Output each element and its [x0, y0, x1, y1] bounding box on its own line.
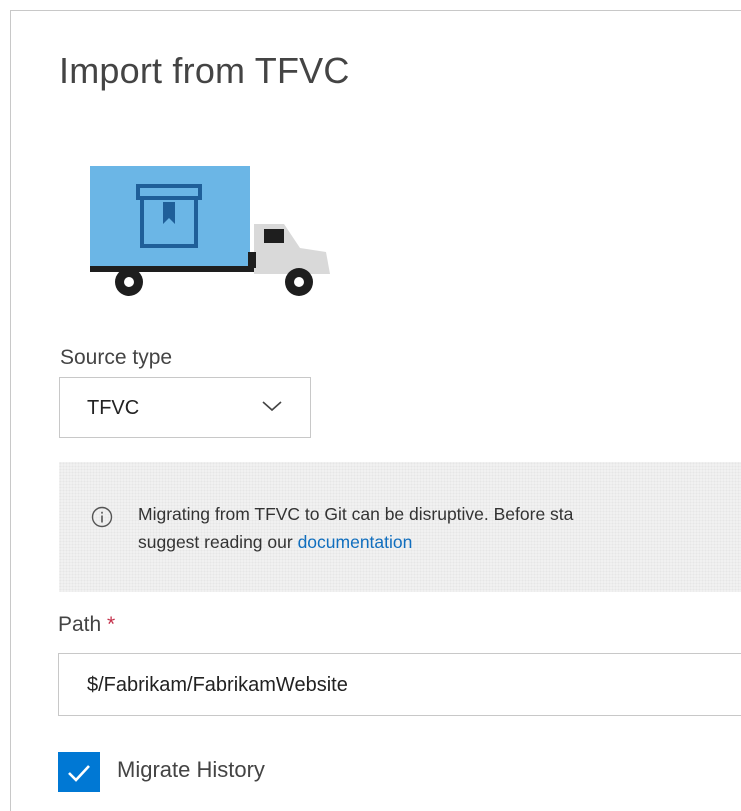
checkmark-icon: [68, 765, 90, 782]
path-input-value: $/Fabrikam/FabrikamWebsite: [87, 674, 348, 696]
required-marker: *: [107, 613, 116, 636]
info-message-line-1: Migrating from TFVC to Git can be disrup…: [138, 504, 574, 524]
chevron-down-icon: [262, 401, 282, 412]
info-message-prefix: suggest reading our: [138, 532, 298, 552]
page-title: Import from TFVC: [59, 50, 350, 91]
path-label-text: Path: [58, 613, 102, 636]
info-message-text: Migrating from TFVC to Git can be disrup…: [138, 500, 573, 556]
migrate-history-checkbox[interactable]: [58, 752, 100, 792]
info-message-line-2: suggest reading our documentation: [138, 528, 573, 556]
source-type-dropdown[interactable]: TFVC: [59, 377, 311, 438]
info-message-bar: Migrating from TFVC to Git can be disrup…: [59, 462, 741, 592]
moving-truck-icon: [90, 166, 330, 296]
path-label: Path *: [58, 613, 115, 637]
migrate-history-label[interactable]: Migrate History: [117, 757, 265, 783]
source-type-selected-value: TFVC: [87, 397, 140, 419]
info-icon: [91, 506, 113, 528]
documentation-link[interactable]: documentation: [298, 532, 413, 552]
source-type-label: Source type: [60, 346, 173, 369]
path-input[interactable]: $/Fabrikam/FabrikamWebsite: [58, 653, 741, 716]
